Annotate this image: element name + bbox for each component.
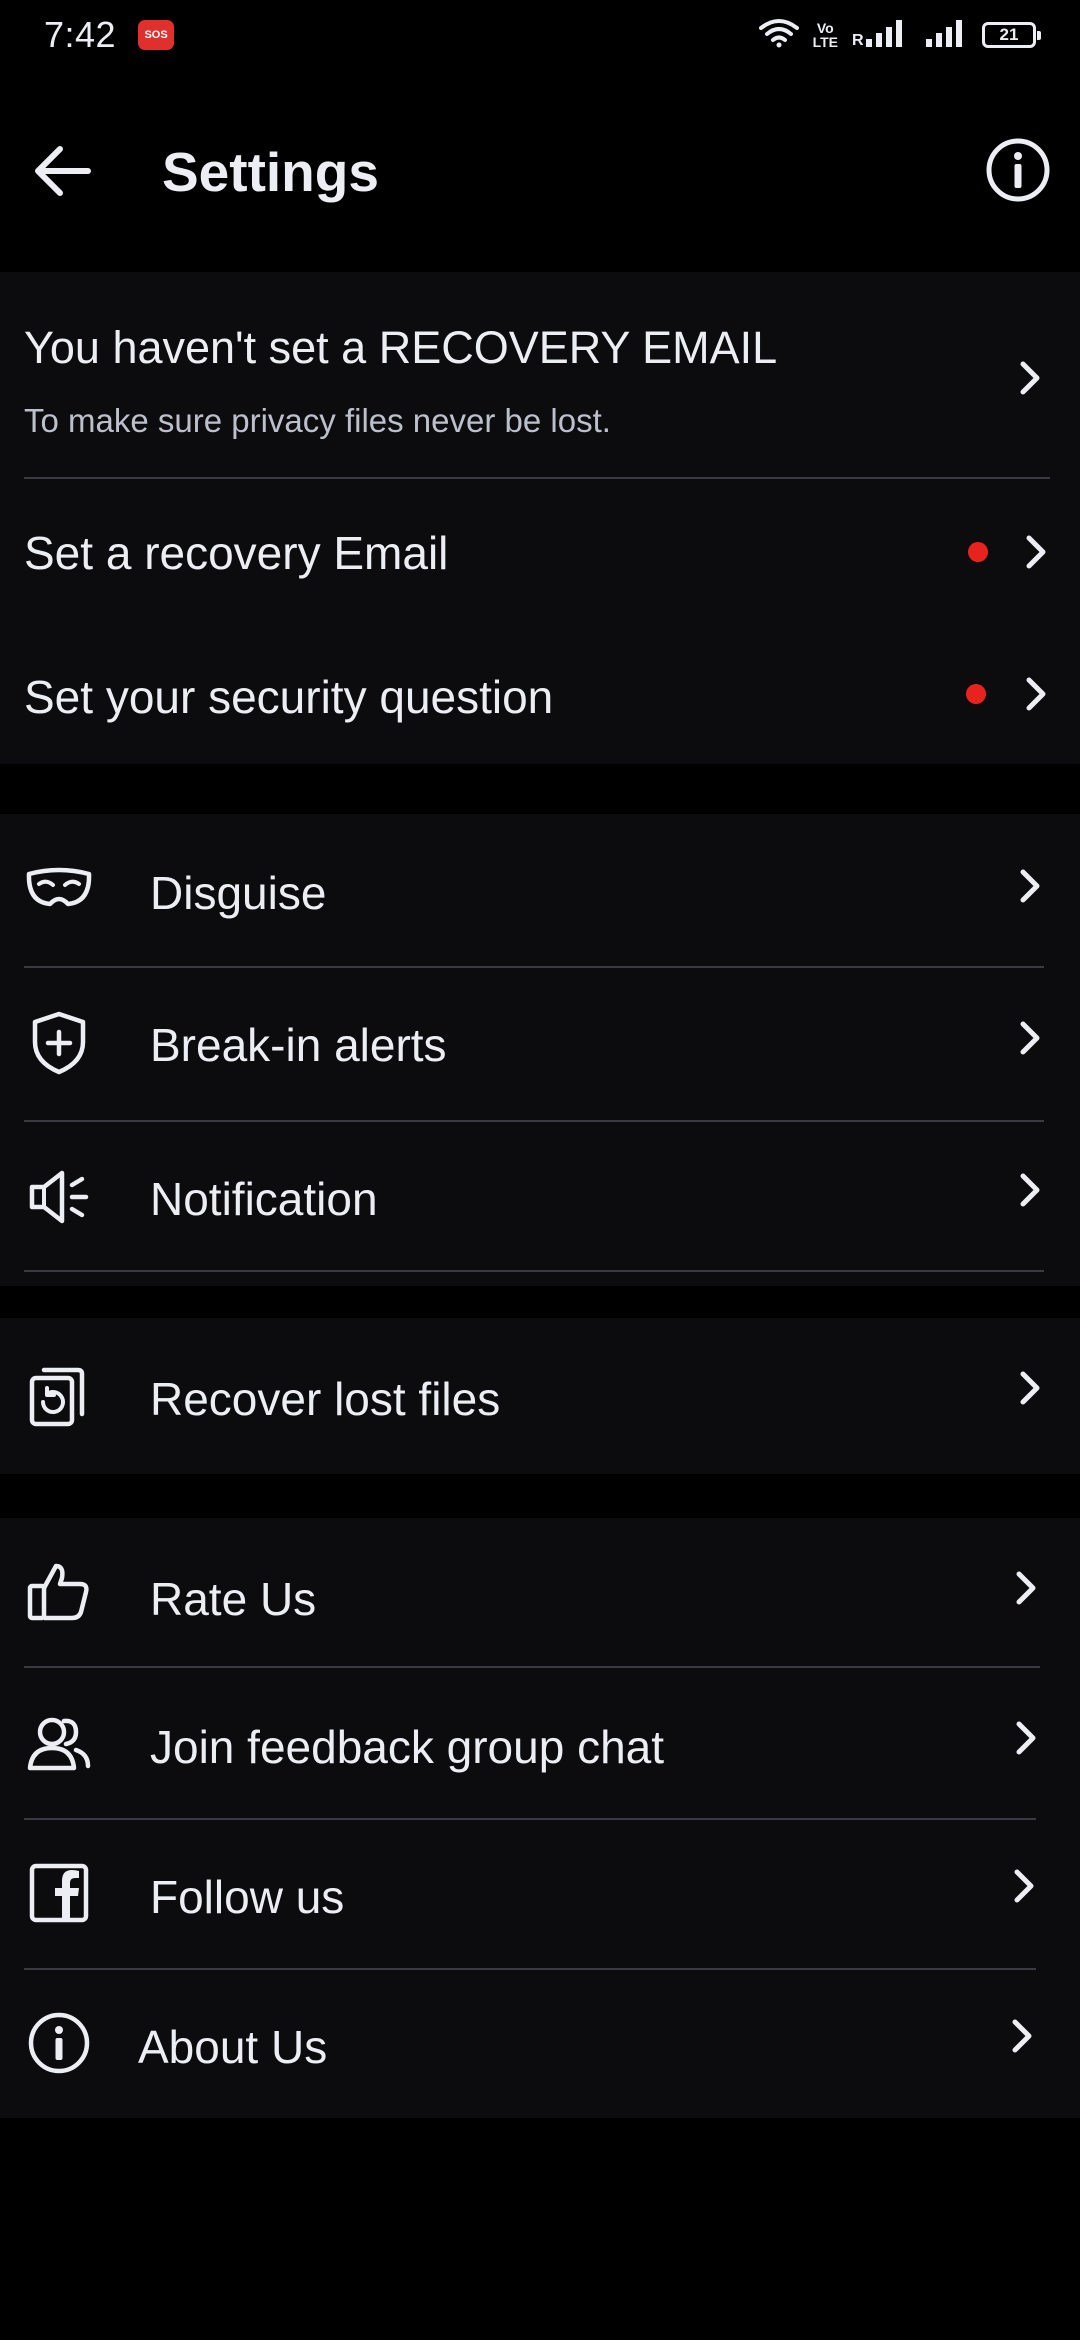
alert-dot	[968, 542, 988, 562]
recovery-email-label: Set a recovery Email	[24, 527, 449, 579]
chevron-right-icon	[1020, 1021, 1040, 1055]
rate-us-label: Rate Us	[150, 1573, 317, 1625]
social-card: Rate Us Join feedback group chat Follow …	[0, 1518, 1080, 2118]
recovery-banner-subtitle: To make sure privacy files never be lost…	[24, 402, 611, 439]
svg-text:R: R	[852, 32, 864, 47]
mask-icon	[24, 854, 94, 924]
battery-icon: 21	[982, 22, 1041, 48]
follow-us-label: Follow us	[150, 1871, 345, 1923]
feedback-group-chat-label: Join feedback group chat	[150, 1721, 665, 1773]
disguise-item[interactable]: Disguise	[0, 814, 1080, 966]
chevron-right-icon	[1016, 1721, 1036, 1755]
chevron-right-icon	[1016, 1571, 1036, 1605]
arrow-left-icon	[35, 146, 91, 196]
page-title: Settings	[162, 141, 379, 203]
app-bar: Settings	[0, 100, 1080, 240]
volte-line2: LTE	[812, 34, 838, 50]
thumbs-up-icon	[24, 1556, 94, 1626]
recover-files-icon	[24, 1360, 94, 1430]
chevron-right-icon	[1026, 535, 1046, 569]
divider	[24, 477, 1050, 479]
divider	[24, 1270, 1044, 1272]
info-icon	[24, 2008, 94, 2078]
disguise-label: Disguise	[150, 867, 327, 919]
info-button[interactable]	[982, 134, 1054, 206]
security-card: Disguise Break-in alerts Notification	[0, 814, 1080, 1286]
notification-label: Notification	[150, 1173, 378, 1225]
status-icons: Vo LTE R 21	[758, 18, 1041, 53]
recover-files-card: Recover lost files	[0, 1318, 1080, 1474]
recover-lost-files-item[interactable]: Recover lost files	[0, 1318, 1080, 1474]
facebook-icon	[24, 1858, 94, 1928]
notification-item[interactable]: Notification	[0, 1122, 1080, 1274]
volte-indicator: Vo LTE	[813, 21, 838, 49]
about-us-item[interactable]: About Us	[0, 1970, 1080, 2118]
chevron-right-icon	[1020, 1173, 1040, 1207]
alert-dot	[966, 684, 986, 704]
recovery-email-banner[interactable]: You haven't set a RECOVERY EMAIL To make…	[0, 272, 1080, 478]
break-in-alerts-label: Break-in alerts	[150, 1019, 447, 1071]
rate-us-item[interactable]: Rate Us	[0, 1518, 1080, 1666]
group-chat-icon	[24, 1708, 94, 1778]
status-bar: 7:42 SOS Vo LTE R 21	[0, 0, 1080, 70]
back-button[interactable]	[26, 135, 98, 207]
sos-badge: SOS	[138, 20, 175, 50]
speaker-icon	[24, 1162, 94, 1232]
status-time: 7:42	[44, 14, 117, 55]
chevron-right-icon	[1020, 1371, 1040, 1405]
recovery-card: You haven't set a RECOVERY EMAIL To make…	[0, 272, 1080, 764]
break-in-alerts-item[interactable]: Break-in alerts	[0, 968, 1080, 1120]
recover-lost-files-label: Recover lost files	[150, 1373, 501, 1425]
follow-us-item[interactable]: Follow us	[0, 1820, 1080, 1968]
wifi-icon	[758, 18, 799, 53]
signal-icon-sim1: R	[852, 19, 910, 52]
chevron-right-icon	[1012, 2019, 1032, 2053]
chevron-right-icon	[1020, 869, 1040, 903]
feedback-group-chat-item[interactable]: Join feedback group chat	[0, 1668, 1080, 1818]
security-question-item[interactable]: Set your security question	[0, 622, 1080, 762]
chevron-right-icon	[1020, 361, 1040, 395]
security-question-label: Set your security question	[24, 671, 554, 723]
shield-plus-icon	[24, 1008, 94, 1078]
info-circle-icon	[986, 138, 1050, 202]
volte-line1: Vo	[816, 20, 834, 36]
signal-icon-sim2	[924, 19, 968, 52]
chevron-right-icon	[1014, 1869, 1034, 1903]
recovery-banner-title: You haven't set a RECOVERY EMAIL	[24, 322, 778, 373]
about-us-label: About Us	[138, 2021, 328, 2073]
chevron-right-icon	[1026, 677, 1046, 711]
recovery-email-item[interactable]: Set a recovery Email	[0, 482, 1080, 622]
